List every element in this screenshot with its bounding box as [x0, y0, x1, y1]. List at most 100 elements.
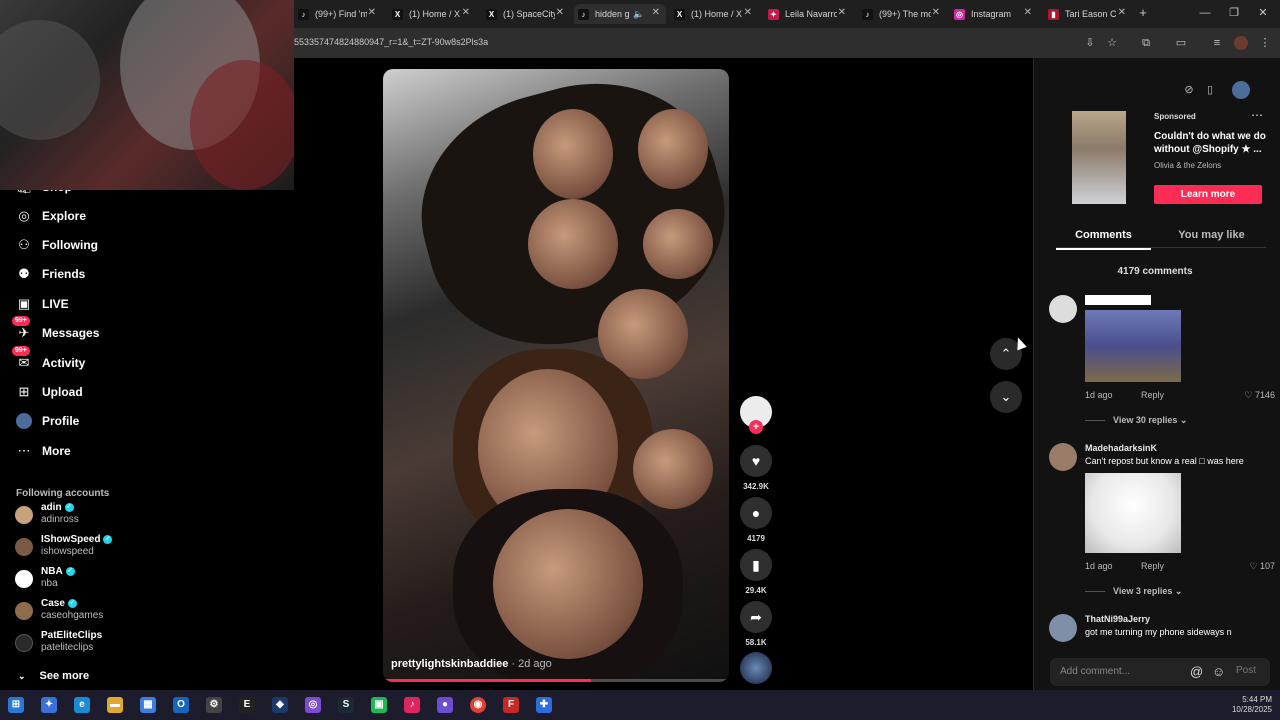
steam-icon[interactable]: S [338, 697, 354, 713]
account-item[interactable]: adin ✓ adinross [15, 502, 79, 525]
browser-tab[interactable]: ✦ Leila Navarro ✕ [764, 4, 852, 24]
comment-button[interactable]: ● [740, 497, 772, 529]
post-button[interactable]: Post [1236, 665, 1256, 676]
learn-more-button[interactable]: Learn more [1154, 185, 1262, 204]
avatar[interactable] [1049, 614, 1077, 642]
app-icon[interactable]: F [503, 697, 519, 713]
see-more-button[interactable]: ⌄ See more [18, 670, 89, 682]
sidebar-item-explore[interactable]: ◎ Explore [16, 206, 86, 226]
follow-plus-icon[interactable]: + [749, 420, 763, 434]
app-icon[interactable]: ✚ [536, 697, 552, 713]
view-replies-button[interactable]: View 30 replies ⌄ [1085, 415, 1187, 426]
sidebar-item-friends[interactable]: ⚉ Friends [16, 264, 85, 284]
edge-icon[interactable]: e [74, 697, 90, 713]
share-button[interactable]: ➦ [740, 601, 772, 633]
chat-icon[interactable]: ◎ [305, 697, 321, 713]
browser-tab[interactable]: ▮ Tari Eason C ✕ [1044, 4, 1132, 24]
comment-image[interactable] [1085, 473, 1181, 553]
install-app-icon[interactable]: ⇩ [1083, 36, 1097, 50]
close-tab-icon[interactable]: ✕ [462, 7, 470, 18]
next-video-button[interactable]: ⌄ [990, 381, 1022, 413]
media-icon[interactable]: ▣ [371, 697, 387, 713]
file-explorer-icon[interactable]: ▬ [107, 697, 123, 713]
close-tab-icon[interactable]: ✕ [556, 7, 564, 18]
settings-icon[interactable]: ⚙ [206, 697, 222, 713]
compass-icon: ◎ [18, 208, 30, 223]
browser-tab[interactable]: X (1) SpaceCity ✕ [482, 4, 570, 24]
restore-icon[interactable]: ❐ [1227, 6, 1241, 20]
tiktok-app-icon[interactable]: ♪ [404, 697, 420, 713]
more-options-icon[interactable]: ⋯ [1251, 108, 1263, 122]
speaker-icon[interactable]: 🔈 [633, 9, 644, 20]
account-item[interactable]: PatEliteClips pateliteclips [15, 630, 102, 653]
profile-avatar-icon[interactable] [1234, 36, 1248, 50]
media-control-icon[interactable]: ≡ [1210, 36, 1224, 50]
browser-tab[interactable]: ◎ Instagram ✕ [950, 4, 1038, 24]
menu-dots-icon[interactable]: ⋮ [1258, 36, 1272, 50]
comment-like-button[interactable]: ♡ 107 [1249, 561, 1275, 572]
comment-image[interactable] [1085, 310, 1181, 382]
profile-avatar-icon[interactable] [1232, 81, 1250, 99]
copilot-icon[interactable]: ✦ [41, 697, 57, 713]
tab-you-may-like[interactable]: You may like [1164, 229, 1259, 241]
save-button[interactable]: ▮ [740, 549, 772, 581]
sidebar-item-messages[interactable]: ✈ 99+ Messages [12, 316, 99, 343]
close-tab-icon[interactable]: ✕ [368, 7, 376, 18]
new-tab-icon[interactable]: + [1136, 6, 1150, 20]
browser-tab[interactable]: ♪ (99+) The mo ✕ [858, 4, 946, 24]
extensions-icon[interactable]: ⧉ [1139, 36, 1153, 50]
sidebar-item-live[interactable]: ▣ LIVE [16, 294, 69, 314]
video-player[interactable]: prettylightskinbaddiee · 2d ago [383, 69, 729, 682]
browser-tab[interactable]: X (1) Home / X ✕ [388, 4, 476, 24]
sidebar-item-profile[interactable]: Profile [16, 411, 79, 431]
reply-button[interactable]: Reply [1141, 561, 1164, 571]
browser-tab-active[interactable]: ♪ hidden g 🔈 ✕ [574, 4, 666, 24]
account-item[interactable]: Case ✓ caseohgames [15, 598, 103, 621]
sidebar-item-upload[interactable]: ⊞ Upload [16, 382, 83, 402]
app-icon[interactable]: ◆ [272, 697, 288, 713]
sidebar-item-more[interactable]: ⋯ More [16, 441, 71, 461]
outlook-icon[interactable]: O [173, 697, 189, 713]
sidebar-item-activity[interactable]: ✉ 99+ Activity [12, 346, 85, 373]
compass-icon[interactable]: ⊘ [1181, 82, 1197, 98]
sidebar-item-following[interactable]: ⚇ Following [16, 235, 98, 255]
browser-tab[interactable]: ♪ (99+) Find 'm ✕ [294, 4, 382, 24]
close-tab-icon[interactable]: ✕ [1024, 7, 1032, 18]
close-tab-icon[interactable]: ✕ [652, 7, 660, 18]
app-icon[interactable]: ● [437, 697, 453, 713]
reply-button[interactable]: Reply [1141, 390, 1164, 400]
bookmark-star-icon[interactable]: ☆ [1105, 36, 1119, 50]
view-replies-button[interactable]: View 3 replies ⌄ [1085, 586, 1182, 597]
avatar[interactable] [1049, 443, 1077, 471]
close-window-icon[interactable]: ✕ [1256, 6, 1270, 20]
cast-icon[interactable]: ▭ [1174, 36, 1188, 50]
epic-games-icon[interactable]: E [239, 697, 255, 713]
close-tab-icon[interactable]: ✕ [1118, 7, 1126, 18]
url-text[interactable]: 553357474824880947_r=1&_t=ZT-90w8s2Pls3a [294, 37, 488, 47]
minimize-icon[interactable]: — [1198, 6, 1212, 20]
ad-thumbnail[interactable] [1072, 111, 1126, 204]
close-tab-icon[interactable]: ✕ [932, 7, 940, 18]
store-icon[interactable]: ▦ [140, 697, 156, 713]
video-author[interactable]: prettylightskinbaddiee [391, 658, 508, 670]
close-tab-icon[interactable]: ✕ [744, 7, 752, 18]
windows-start-icon[interactable]: ⊞ [8, 697, 24, 713]
comment-author[interactable]: ThatNi99aJerry [1085, 614, 1150, 624]
close-tab-icon[interactable]: ✕ [838, 7, 846, 18]
comment-author[interactable]: MadehadarksinK [1085, 443, 1157, 453]
chrome-icon[interactable]: ◉ [470, 697, 486, 713]
mention-icon[interactable]: @ [1190, 664, 1203, 679]
video-progress-bar[interactable] [383, 679, 729, 682]
music-disc[interactable] [740, 652, 772, 684]
browser-tab[interactable]: X (1) Home / X ✕ [670, 4, 758, 24]
account-item[interactable]: NBA ✓ nba [15, 566, 75, 589]
like-button[interactable]: ♥ [740, 445, 772, 477]
emoji-icon[interactable]: ☺ [1212, 664, 1225, 679]
x-icon: X [674, 8, 685, 20]
avatar[interactable] [1049, 295, 1077, 323]
avatar [15, 506, 33, 524]
system-clock[interactable]: 5:44 PM 10/28/2025 [1232, 695, 1272, 715]
account-item[interactable]: IShowSpeed ✓ ishowspeed [15, 534, 113, 557]
phone-icon[interactable]: ▯ [1202, 82, 1218, 98]
comment-like-button[interactable]: ♡ 7146 [1244, 390, 1275, 401]
